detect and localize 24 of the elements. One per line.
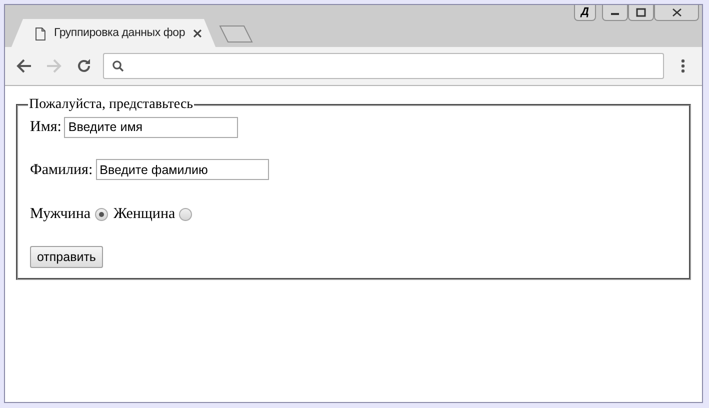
radio-label: Мужчина bbox=[30, 205, 91, 224]
close-icon[interactable] bbox=[193, 29, 202, 38]
tab-title: Группировка данных фор bbox=[54, 26, 186, 41]
browser-tab[interactable]: Группировка данных фор bbox=[11, 19, 216, 48]
text-field[interactable]: Введите имя bbox=[64, 116, 238, 138]
reload-icon bbox=[76, 58, 92, 74]
page-icon bbox=[35, 26, 46, 40]
maximize-icon bbox=[634, 7, 648, 18]
menu-icon bbox=[681, 58, 685, 74]
submit-button[interactable]: отправить bbox=[30, 246, 103, 268]
radio-button[interactable] bbox=[94, 208, 108, 221]
text-field[interactable]: Введите фамилию bbox=[96, 159, 269, 180]
form-legend: Пожалуйста, представьтесь bbox=[28, 98, 194, 112]
maximize-button[interactable] bbox=[628, 5, 654, 21]
minimize-button[interactable] bbox=[602, 5, 628, 21]
close-button[interactable] bbox=[654, 5, 699, 21]
radio-label: Женщина bbox=[114, 205, 176, 224]
field-label: Имя: bbox=[30, 118, 62, 137]
field-label: Фамилия: bbox=[30, 160, 93, 180]
search-icon bbox=[112, 60, 124, 72]
profile-button[interactable]: Д bbox=[574, 5, 596, 21]
radio-button[interactable] bbox=[179, 208, 192, 221]
back-arrow-icon bbox=[16, 58, 32, 74]
forward-arrow-icon bbox=[46, 58, 62, 74]
